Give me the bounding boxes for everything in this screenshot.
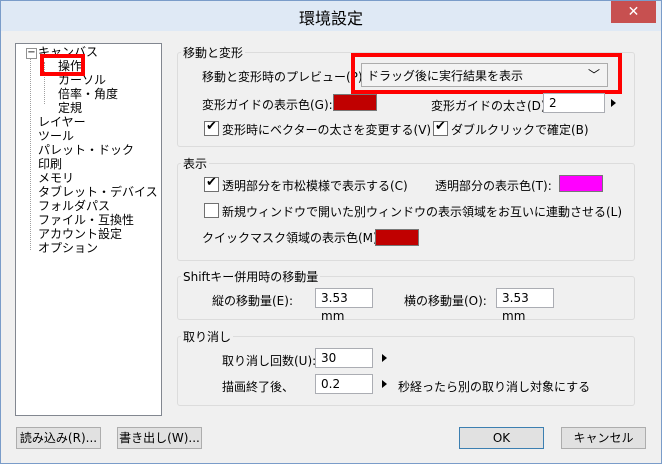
cancel-button[interactable]: キャンセル — [561, 427, 646, 449]
tree-item-ruler[interactable]: 定規 — [58, 101, 82, 115]
category-tree[interactable]: − キャンバス 操作 カーソル 倍率・角度 定規 レイヤー ツール パレット・ド… — [15, 43, 162, 416]
tree-item-tablet-device[interactable]: タブレット・デバイス — [38, 185, 158, 199]
window-title: 環境設定 — [298, 9, 363, 28]
tree-item-folder-path[interactable]: フォルダパス — [38, 199, 110, 213]
undo-title: 取り消し — [181, 328, 234, 345]
load-button[interactable]: 読み込み(R)... — [16, 427, 101, 449]
display-title: 表示 — [181, 155, 210, 172]
after-draw-input[interactable]: 0.2 — [315, 374, 373, 394]
vector-width-checkbox[interactable]: ✔ — [204, 119, 219, 136]
checker-label: 透明部分を市松模様で表示する(C) — [222, 179, 408, 193]
after-draw-arrow-icon[interactable] — [382, 380, 387, 388]
move-transform-title: 移動と変形 — [181, 44, 246, 61]
undo-group — [177, 336, 635, 406]
vertical-move-label: 縦の移動量(E): — [212, 294, 293, 308]
tree-item-option[interactable]: オプション — [38, 241, 98, 255]
sync-checkbox[interactable] — [204, 203, 219, 218]
double-click-checkbox[interactable]: ✔ — [433, 119, 448, 136]
close-button[interactable]: ✕ — [611, 1, 656, 23]
tree-item-memory[interactable]: メモリ — [38, 171, 74, 185]
guide-width-arrow-icon[interactable] — [611, 99, 616, 107]
quickmask-label: クイックマスク領域の表示色(M): — [202, 231, 382, 245]
title-bar: 環境設定 ✕ — [1, 1, 661, 31]
checker-checkbox[interactable]: ✔ — [204, 175, 219, 192]
tree-item-layer[interactable]: レイヤー — [38, 115, 86, 129]
horizontal-move-input[interactable]: 3.53 mm — [496, 288, 554, 323]
transparent-color-label: 透明部分の表示色(T): — [435, 179, 552, 193]
save-button[interactable]: 書き出し(W)... — [117, 427, 202, 449]
guide-width-input[interactable]: 2 — [543, 93, 605, 113]
transparent-color-swatch[interactable] — [559, 175, 603, 192]
quickmask-color-swatch[interactable] — [375, 229, 419, 246]
horizontal-move-label: 横の移動量(O): — [404, 294, 487, 308]
tree-item-palette-dock[interactable]: パレット・ドック — [38, 143, 134, 157]
vector-width-label: 変形時にベクターの太さを変更する(V) — [222, 123, 432, 137]
preview-label: 移動と変形時のプレビュー(P) — [202, 70, 363, 84]
tree-item-tool[interactable]: ツール — [38, 129, 74, 143]
tree-item-zoom-angle[interactable]: 倍率・角度 — [58, 87, 118, 101]
shift-move-title: Shiftキー併用時の移動量 — [181, 268, 321, 285]
tree-item-file-compat[interactable]: ファイル・互換性 — [38, 213, 134, 227]
tree-item-print[interactable]: 印刷 — [38, 157, 62, 171]
preview-highlight — [351, 53, 622, 94]
double-click-label: ダブルクリックで確定(B) — [451, 123, 589, 137]
undo-count-arrow-icon[interactable] — [382, 354, 387, 362]
undo-count-input[interactable]: 30 — [315, 348, 373, 368]
after-draw-suffix: 秒経ったら別の取り消し対象にする — [398, 380, 591, 394]
ok-button[interactable]: OK — [459, 427, 544, 449]
guide-color-label: 変形ガイドの表示色(G): — [202, 98, 333, 112]
vertical-move-input[interactable]: 3.53 mm — [315, 288, 373, 323]
operation-highlight — [40, 54, 85, 76]
guide-width-label: 変形ガイドの太さ(D): — [431, 99, 550, 113]
after-draw-label: 描画終了後、 — [222, 380, 295, 394]
sync-label: 新規ウィンドウで開いた別ウィンドウの表示領域をお互いに連動させる(L) — [222, 205, 623, 219]
collapse-icon[interactable]: − — [26, 48, 37, 59]
tree-item-account[interactable]: アカウント設定 — [38, 227, 122, 241]
guide-color-swatch[interactable] — [333, 94, 377, 111]
undo-count-label: 取り消し回数(U): — [222, 354, 317, 368]
